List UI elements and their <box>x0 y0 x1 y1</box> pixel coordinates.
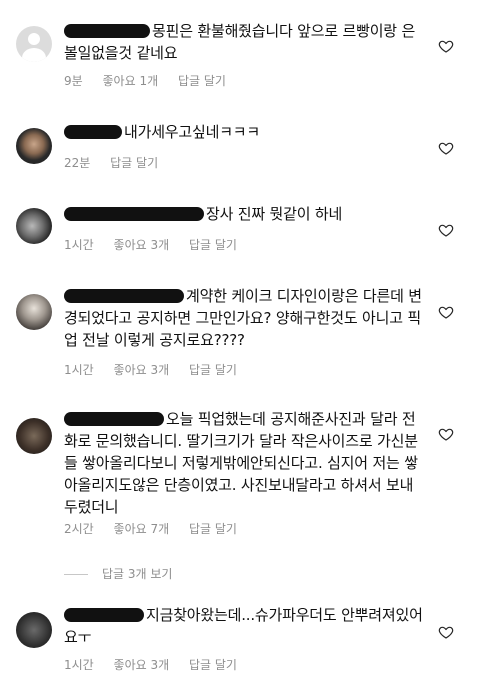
comment-meta: 2시간 좋아요 7개 답글 달기 <box>64 520 253 537</box>
heart-outline-icon[interactable] <box>438 624 454 640</box>
redacted-username[interactable] <box>64 125 122 139</box>
comment-time: 1시간 <box>64 363 94 377</box>
comment-meta: 1시간 좋아요 3개 답글 달기 <box>64 361 253 378</box>
comment-text: 내가세우고싶네ㅋㅋㅋ <box>64 121 424 143</box>
redacted-username[interactable] <box>64 289 184 303</box>
comment-time: 1시간 <box>64 658 94 672</box>
redacted-username[interactable] <box>64 412 164 426</box>
comment-text: 지금찾아왔는데...슈가파우더도 안뿌려져있어요ㅜ <box>64 606 423 646</box>
reply-link[interactable]: 답글 달기 <box>189 522 237 536</box>
comment-time: 1시간 <box>64 238 94 252</box>
comment-meta: 9분 좋아요 1개 답글 달기 <box>64 72 242 89</box>
replies-divider <box>64 574 88 575</box>
comment-text: 오늘 픽업했는데 공지해준사진과 달라 전화로 문의했습니디. 딸기크기가 달라… <box>64 410 418 516</box>
like-count-link[interactable]: 좋아요 7개 <box>114 522 170 536</box>
avatar[interactable] <box>16 294 52 330</box>
comment-meta: 22분 답글 달기 <box>64 154 174 171</box>
reply-link[interactable]: 답글 달기 <box>110 156 158 170</box>
avatar[interactable] <box>16 128 52 164</box>
comment-time: 22분 <box>64 156 91 170</box>
comment-meta: 1시간 좋아요 3개 답글 달기 <box>64 236 253 253</box>
comment-time: 2시간 <box>64 522 94 536</box>
comment-text: 장사 진짜 뭣같이 하네 <box>64 203 424 225</box>
view-replies-label: 답글 3개 보기 <box>102 567 173 581</box>
comment-text: 몽핀은 환불해줬습니다 앞으로 르빵이랑 은 볼일없을것 같네요 <box>64 22 416 62</box>
redacted-username[interactable] <box>64 24 150 38</box>
default-avatar-icon[interactable] <box>16 26 52 62</box>
view-replies-button[interactable]: 답글 3개 보기 <box>64 565 172 582</box>
reply-link[interactable]: 답글 달기 <box>189 658 237 672</box>
avatar[interactable] <box>16 208 52 244</box>
comment-time: 9분 <box>64 74 83 88</box>
comment-meta: 1시간 좋아요 3개 답글 달기 <box>64 656 253 673</box>
reply-link[interactable]: 답글 달기 <box>178 74 226 88</box>
like-count-link[interactable]: 좋아요 3개 <box>114 658 170 672</box>
heart-outline-icon[interactable] <box>438 38 454 54</box>
heart-outline-icon[interactable] <box>438 304 454 320</box>
comment-text: 계약한 케이크 디자인이랑은 다른데 변경되었다고 공지하면 그만인가요? 양해… <box>64 287 422 349</box>
avatar[interactable] <box>16 612 52 648</box>
avatar[interactable] <box>16 418 52 454</box>
like-count-link[interactable]: 좋아요 3개 <box>114 238 170 252</box>
reply-link[interactable]: 답글 달기 <box>189 363 237 377</box>
reply-link[interactable]: 답글 달기 <box>189 238 237 252</box>
like-count-link[interactable]: 좋아요 1개 <box>103 74 159 88</box>
heart-outline-icon[interactable] <box>438 426 454 442</box>
redacted-username[interactable] <box>64 608 144 622</box>
redacted-username[interactable] <box>64 207 204 221</box>
heart-outline-icon[interactable] <box>438 140 454 156</box>
like-count-link[interactable]: 좋아요 3개 <box>114 363 170 377</box>
heart-outline-icon[interactable] <box>438 222 454 238</box>
